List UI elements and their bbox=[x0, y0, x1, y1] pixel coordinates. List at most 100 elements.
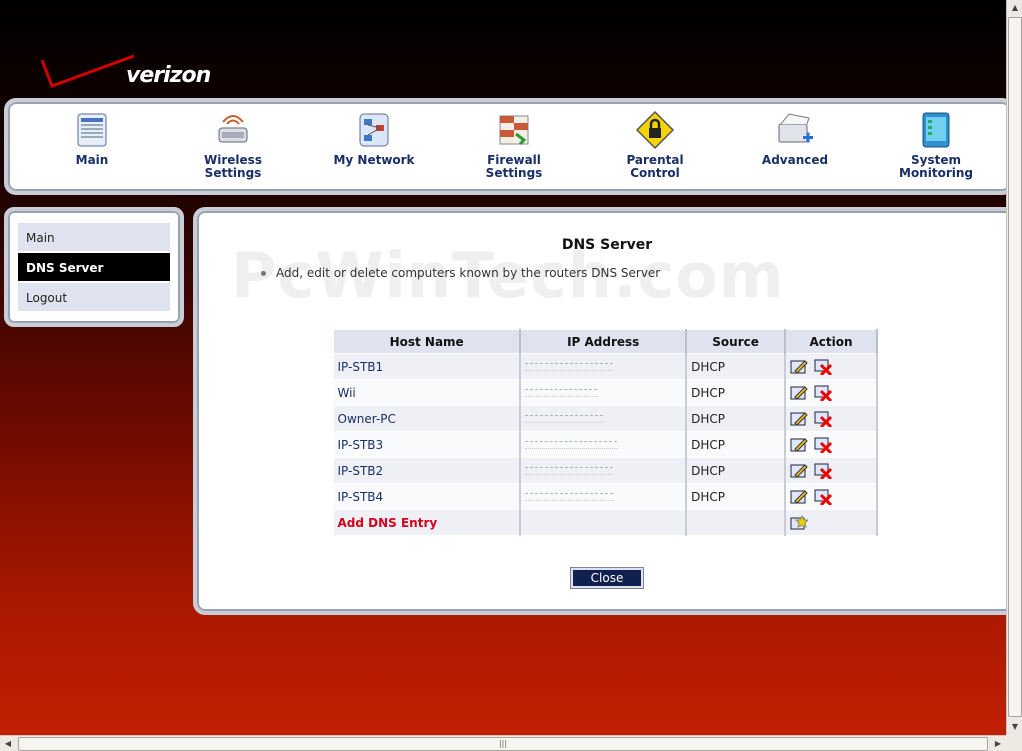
edit-icon[interactable] bbox=[790, 411, 808, 427]
browser-viewport: verizon Main Wireless Settings My Networ… bbox=[0, 0, 1006, 735]
sidebar-item-label: Logout bbox=[26, 291, 68, 305]
top-navigation: Main Wireless Settings My Network Firewa… bbox=[4, 98, 1006, 195]
edit-icon[interactable] bbox=[790, 359, 808, 375]
add-dns-entry-link[interactable]: Add DNS Entry bbox=[338, 516, 438, 530]
wireless-icon bbox=[218, 115, 248, 143]
edit-icon[interactable] bbox=[790, 437, 808, 453]
nav-advanced[interactable]: Advanced bbox=[740, 110, 850, 167]
sidebar-item-logout[interactable]: Logout bbox=[18, 283, 170, 311]
monitor-icon bbox=[922, 112, 950, 148]
ip-address-cell bbox=[520, 431, 688, 458]
host-name-cell: Owner-PC bbox=[333, 405, 522, 432]
nav-parental-label: Parental Control bbox=[626, 153, 684, 180]
host-name-cell: IP-STB1 bbox=[333, 353, 522, 380]
host-name-cell: IP-STB3 bbox=[333, 431, 522, 458]
scroll-up-icon[interactable]: ▲ bbox=[1008, 0, 1022, 16]
sidebar: Main DNS Server Logout bbox=[4, 207, 184, 327]
page-description: Add, edit or delete computers known by t… bbox=[261, 266, 660, 280]
edit-icon[interactable] bbox=[790, 489, 808, 505]
empty-cell bbox=[686, 509, 787, 536]
add-entry-row: Add DNS Entry bbox=[333, 509, 878, 536]
edit-icon[interactable] bbox=[790, 463, 808, 479]
table-row: Owner-PC DHCP bbox=[333, 405, 878, 432]
redacted-ip bbox=[525, 414, 604, 423]
verizon-logo: verizon bbox=[38, 52, 238, 94]
ip-address-cell bbox=[520, 457, 688, 484]
source-cell: DHCP bbox=[686, 353, 787, 380]
sidebar-item-label: DNS Server bbox=[26, 261, 104, 275]
table-header-row: Host Name IP Address Source Action bbox=[333, 329, 878, 354]
delete-icon[interactable] bbox=[814, 463, 832, 479]
close-button[interactable]: Close bbox=[570, 567, 644, 589]
nav-parental-control[interactable]: Parental Control bbox=[600, 110, 710, 180]
action-cell bbox=[785, 353, 878, 380]
scroll-right-icon[interactable]: ▶ bbox=[990, 737, 1006, 751]
source-cell: DHCP bbox=[686, 457, 787, 484]
edit-icon[interactable] bbox=[790, 385, 808, 401]
action-cell bbox=[785, 483, 878, 510]
sidebar-item-dns-server[interactable]: DNS Server bbox=[18, 253, 170, 281]
nav-firewall-settings[interactable]: Firewall Settings bbox=[459, 110, 569, 180]
header-source: Source bbox=[685, 329, 787, 354]
nav-my-network-label: My Network bbox=[333, 153, 415, 167]
delete-icon[interactable] bbox=[814, 385, 832, 401]
nav-advanced-label: Advanced bbox=[761, 153, 829, 167]
table-row: IP-STB4 DHCP bbox=[333, 483, 878, 510]
header-action: Action bbox=[784, 329, 878, 354]
action-cell bbox=[785, 457, 878, 484]
add-entry-cell: Add DNS Entry bbox=[333, 509, 522, 536]
header-ip-address: IP Address bbox=[519, 329, 688, 354]
scrollbar-corner bbox=[1006, 735, 1022, 751]
nav-my-network[interactable]: My Network bbox=[319, 110, 429, 167]
nav-wireless-settings[interactable]: Wireless Settings bbox=[178, 110, 288, 180]
nav-firewall-label: Firewall Settings bbox=[485, 153, 543, 180]
redacted-ip bbox=[525, 466, 614, 475]
ip-address-cell bbox=[520, 405, 688, 432]
source-cell: DHCP bbox=[686, 379, 787, 406]
horizontal-scrollbar[interactable]: ◀ ||| ▶ bbox=[0, 735, 1006, 751]
source-cell: DHCP bbox=[686, 483, 787, 510]
source-cell: DHCP bbox=[686, 405, 787, 432]
delete-icon[interactable] bbox=[814, 359, 832, 375]
source-cell: DHCP bbox=[686, 431, 787, 458]
nav-main[interactable]: Main bbox=[37, 110, 147, 167]
scroll-left-icon[interactable]: ◀ bbox=[0, 737, 16, 751]
table-row: IP-STB3 DHCP bbox=[333, 431, 878, 458]
empty-cell bbox=[520, 509, 688, 536]
network-icon bbox=[359, 113, 389, 147]
logo-text: verizon bbox=[126, 63, 211, 88]
action-cell bbox=[785, 405, 878, 432]
table-row: IP-STB1 DHCP bbox=[333, 353, 878, 380]
table-row: IP-STB2 DHCP bbox=[333, 457, 878, 484]
delete-icon[interactable] bbox=[814, 489, 832, 505]
host-name-cell: IP-STB2 bbox=[333, 457, 522, 484]
nav-main-label: Main bbox=[75, 153, 109, 167]
action-cell bbox=[785, 509, 878, 536]
sidebar-item-main[interactable]: Main bbox=[18, 223, 170, 251]
redacted-ip bbox=[525, 440, 618, 449]
lock-icon bbox=[635, 110, 675, 150]
delete-icon[interactable] bbox=[814, 437, 832, 453]
advanced-icon bbox=[778, 113, 813, 143]
add-icon[interactable] bbox=[790, 514, 809, 531]
action-cell bbox=[785, 431, 878, 458]
delete-icon[interactable] bbox=[814, 411, 832, 427]
sidebar-item-label: Main bbox=[26, 231, 55, 245]
redacted-ip bbox=[525, 388, 598, 397]
redacted-ip bbox=[525, 492, 614, 501]
dns-table: Host Name IP Address Source Action IP-ST… bbox=[333, 329, 878, 536]
vertical-scrollbar[interactable]: ▲ ▼ bbox=[1006, 0, 1022, 735]
main-icon bbox=[77, 113, 107, 147]
ip-address-cell bbox=[520, 379, 688, 406]
firewall-icon bbox=[499, 115, 529, 146]
vertical-scroll-thumb[interactable] bbox=[1008, 17, 1022, 717]
redacted-ip bbox=[525, 362, 614, 371]
nav-wireless-label: Wireless Settings bbox=[204, 153, 262, 180]
nav-system-monitoring[interactable]: System Monitoring bbox=[881, 110, 991, 180]
horizontal-scroll-thumb[interactable]: ||| bbox=[18, 737, 988, 751]
bullet-icon bbox=[261, 271, 266, 276]
host-name-cell: IP-STB4 bbox=[333, 483, 522, 510]
scroll-down-icon[interactable]: ▼ bbox=[1008, 719, 1022, 735]
table-row: Wii DHCP bbox=[333, 379, 878, 406]
verizon-check-icon bbox=[40, 54, 135, 88]
